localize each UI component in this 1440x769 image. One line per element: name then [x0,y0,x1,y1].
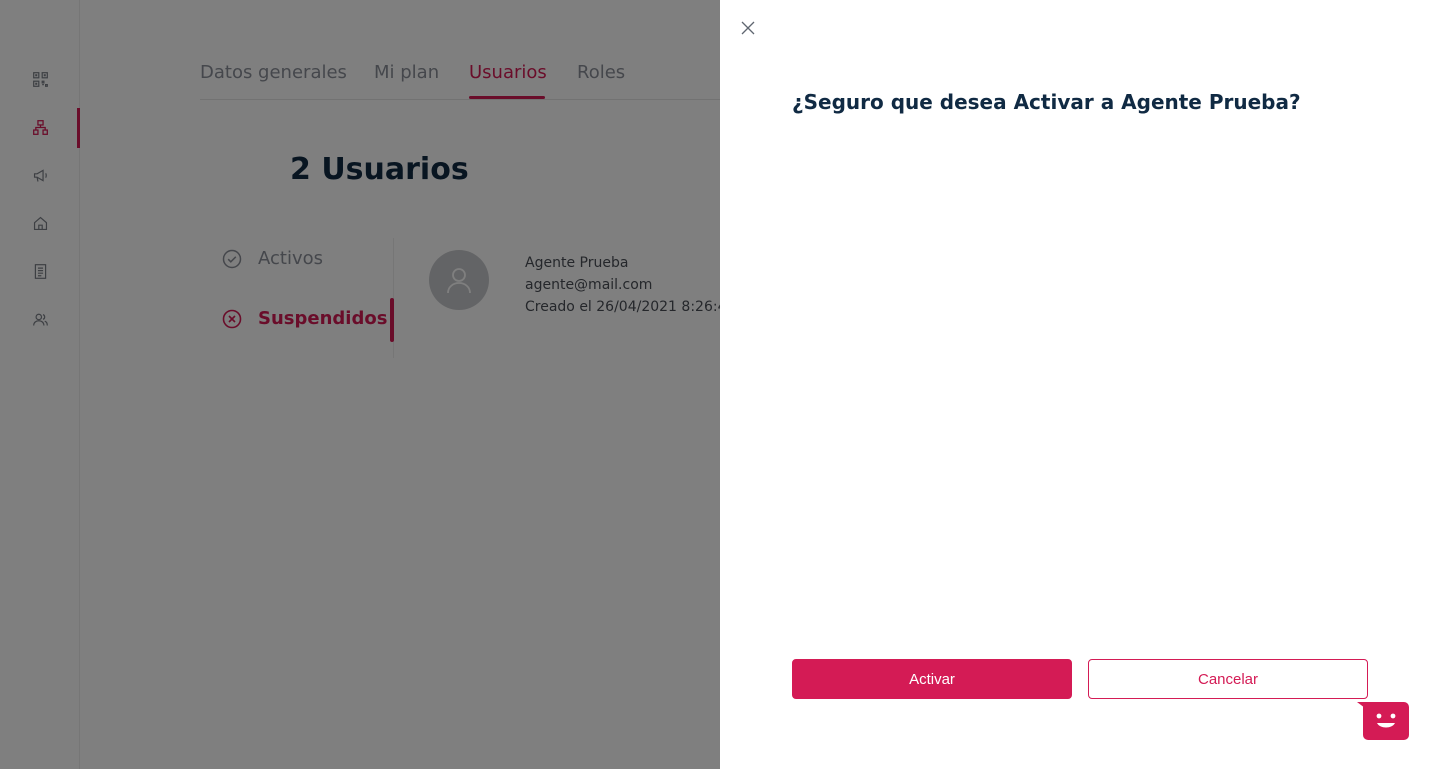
activate-button[interactable]: Activar [792,659,1072,699]
chat-bot-icon [1357,702,1409,740]
cancel-button[interactable]: Cancelar [1088,659,1368,699]
dialog-title: ¿Seguro que desea Activar a Agente Prueb… [792,90,1301,114]
close-icon [741,21,755,35]
chat-widget-button[interactable] [1357,702,1409,740]
modal-overlay[interactable] [0,0,720,769]
confirmation-drawer: ¿Seguro que desea Activar a Agente Prueb… [720,0,1440,769]
close-button[interactable] [738,18,758,38]
